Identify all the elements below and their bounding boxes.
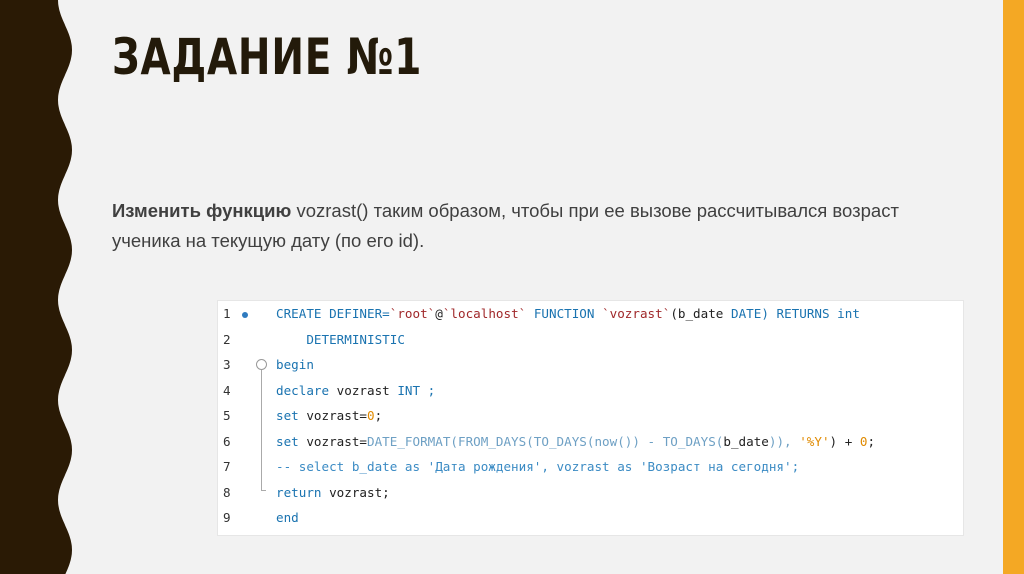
line-number: 6	[223, 433, 231, 449]
code-line-4: declare vozrast INT ;	[276, 383, 436, 398]
code-line-7: -- select b_date as 'Дата рождения', voz…	[276, 459, 800, 474]
line-number: 7	[223, 459, 231, 474]
line-number: 2	[223, 331, 231, 347]
fold-collapse-icon[interactable]	[256, 359, 267, 370]
code-line-2: DETERMINISTIC	[276, 332, 405, 347]
line-number: 3	[223, 357, 231, 372]
slide-title: ЗАДАНИЕ №1	[112, 28, 423, 86]
code-block: 1 2 3 4 5 6 7 8 9 CREATE DEFINER=`root`@`localho…	[217, 300, 964, 536]
code-line-9: end	[276, 510, 299, 525]
code-line-8: return vozrast;	[276, 485, 390, 500]
description-function: vozrast	[296, 200, 357, 221]
fold-guide	[261, 370, 266, 491]
line-number: 4	[223, 382, 231, 398]
code-line-1: CREATE DEFINER=`root`@`localhost` FUNCTI…	[276, 306, 860, 321]
line-number: 5	[223, 408, 231, 423]
task-description: Изменить функцию vozrast() таким образом…	[112, 196, 972, 256]
code-line-5: set vozrast=0;	[276, 408, 383, 423]
right-accent-bar	[1003, 0, 1024, 574]
line-number: 8	[223, 484, 231, 500]
line-number: 1	[223, 306, 231, 321]
code-line-6: set vozrast=DATE_FORMAT(FROM_DAYS(TO_DAY…	[276, 434, 876, 449]
wavy-left-band	[0, 0, 72, 574]
line-number: 9	[223, 510, 231, 525]
code-line-3: begin	[276, 357, 314, 372]
description-bold: Изменить функцию	[112, 200, 292, 221]
breakpoint-icon	[242, 312, 248, 318]
